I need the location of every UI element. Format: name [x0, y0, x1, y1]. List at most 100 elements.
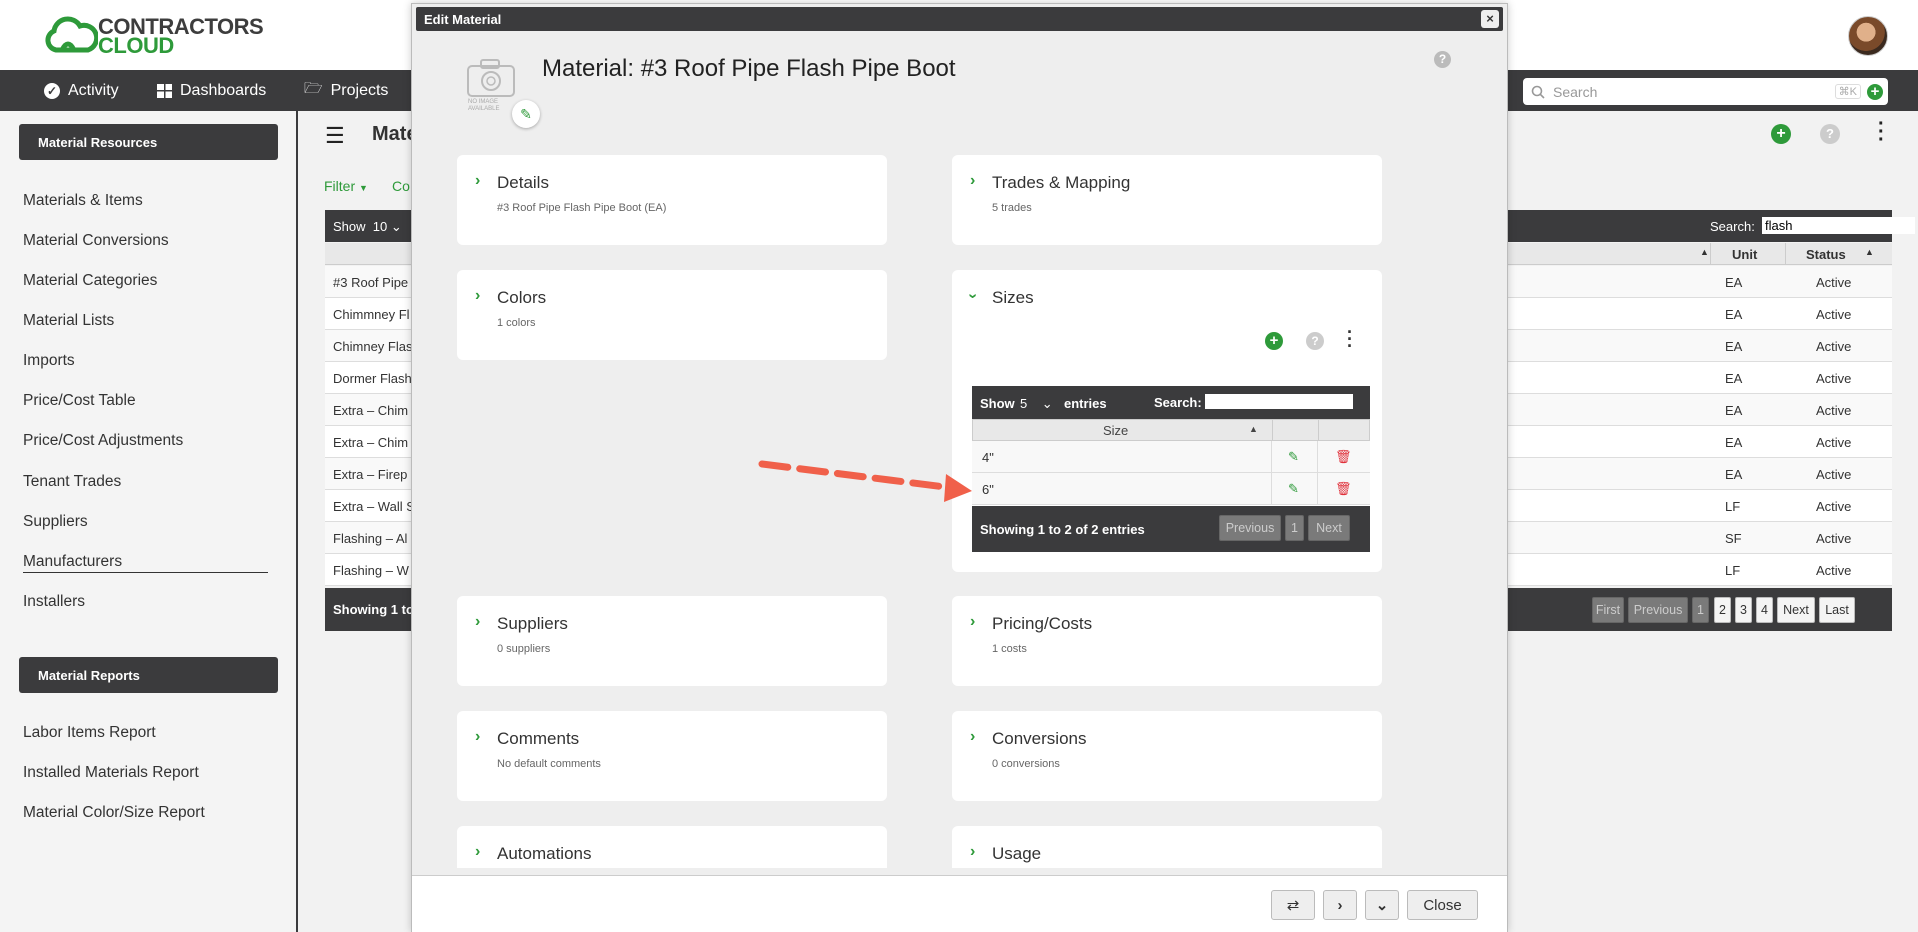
sort-asc-icon[interactable]: ▲ — [1700, 247, 1709, 257]
material-resources-heading: Material Resources — [19, 124, 278, 160]
sizes-title[interactable]: Sizes — [992, 288, 1034, 308]
page-length-select[interactable]: Show 10 ⌄ — [333, 219, 402, 235]
col-status[interactable]: Status — [1806, 247, 1846, 262]
sizes-pagination-page-1[interactable]: 1 — [1285, 515, 1304, 541]
conversions-subtitle: 0 conversions — [992, 758, 1060, 770]
trades-mapping-card[interactable]: › Trades & Mapping 5 trades — [952, 155, 1382, 245]
pagination-next[interactable]: Next — [1777, 597, 1815, 623]
next-record-button[interactable]: › — [1323, 890, 1357, 920]
sidebar-item-material-categories[interactable]: Material Categories — [23, 272, 157, 290]
pagination-last[interactable]: Last — [1819, 597, 1855, 623]
automations-card[interactable]: › Automations — [457, 826, 887, 868]
sizes-pagination-previous[interactable]: Previous — [1219, 515, 1281, 541]
sidebar-item-imports[interactable]: Imports — [23, 352, 75, 370]
chevron-down-icon[interactable]: › — [964, 293, 982, 298]
pagination-previous[interactable]: Previous — [1628, 597, 1688, 623]
table-info: Showing 1 to — [333, 602, 414, 617]
sidebar-item-suppliers[interactable]: Suppliers — [23, 513, 88, 531]
help-icon[interactable]: ? — [1434, 51, 1451, 68]
unit-cell: EA — [1725, 403, 1743, 418]
sidebar-item-installers[interactable]: Installers — [23, 593, 85, 611]
pagination-page-4[interactable]: 4 — [1756, 597, 1773, 623]
close-button[interactable]: Close — [1407, 890, 1478, 920]
global-search-box[interactable]: Search ⌘K + — [1523, 78, 1888, 105]
sidebar-item-materials-items[interactable]: Materials & Items — [23, 192, 143, 210]
more-options-icon[interactable]: · · · — [1878, 114, 1885, 150]
sizes-pagination-next[interactable]: Next — [1308, 515, 1350, 541]
sizes-page-length-select[interactable]: 5 ⌄ — [1020, 396, 1053, 412]
table-search-input[interactable]: flash — [1762, 217, 1915, 234]
material-name-cell: Extra – Wall S — [333, 499, 415, 514]
pagination-page-2[interactable]: 2 — [1714, 597, 1731, 623]
sizes-table: Show 5 ⌄ entries Search: Size ▲ 4" ✎ 🗑 6… — [972, 386, 1370, 552]
edit-image-button[interactable]: ✎ — [512, 100, 540, 128]
help-icon[interactable]: ? — [1306, 332, 1324, 350]
details-title: Details — [497, 173, 549, 192]
col-size[interactable]: Size — [1103, 423, 1128, 438]
pencil-icon[interactable]: ✎ — [1288, 449, 1299, 465]
add-size-icon[interactable]: + — [1265, 332, 1283, 350]
conversions-card[interactable]: › Conversions 0 conversions — [952, 711, 1382, 801]
sizes-search-input[interactable] — [1205, 394, 1353, 409]
status-cell: Active — [1816, 467, 1852, 482]
pricing-costs-card[interactable]: › Pricing/Costs 1 costs — [952, 596, 1382, 686]
trash-icon[interactable]: 🗑 — [1335, 481, 1352, 497]
more-options-icon[interactable]: · · · — [1347, 323, 1353, 355]
trash-icon[interactable]: 🗑 — [1335, 449, 1352, 465]
sidebar-item-installed-materials-report[interactable]: Installed Materials Report — [23, 764, 199, 782]
switch-button[interactable]: ⇄ — [1271, 890, 1315, 920]
quick-add-icon[interactable]: + — [1867, 83, 1883, 100]
automations-title: Automations — [497, 844, 592, 863]
material-name-cell: Chimney Flas — [333, 339, 413, 354]
sidebar-item-material-color-size-report[interactable]: Material Color/Size Report — [23, 804, 205, 822]
conversions-title: Conversions — [992, 729, 1087, 748]
sidebar-item-labor-items-report[interactable]: Labor Items Report — [23, 724, 156, 742]
sidebar-item-tenant-trades[interactable]: Tenant Trades — [23, 473, 121, 491]
pencil-icon[interactable]: ✎ — [1288, 481, 1299, 497]
pagination-page-3[interactable]: 3 — [1735, 597, 1752, 623]
hamburger-menu-icon[interactable]: ☰ — [325, 123, 345, 149]
nav-dashboards[interactable]: Dashboards — [157, 70, 266, 111]
search-shortcut: ⌘K — [1834, 84, 1861, 99]
sidebar-item-manufacturers[interactable]: Manufacturers — [23, 553, 122, 571]
contractors-cloud-logo[interactable]: CONTRACTORS CLOUD — [44, 16, 264, 57]
material-name-cell: Extra – Chim — [333, 403, 409, 418]
usage-card[interactable]: › Usage — [952, 826, 1382, 868]
sidebar-item-price-cost-adjustments[interactable]: Price/Cost Adjustments — [23, 432, 183, 450]
folder-icon: 🗁 — [304, 80, 323, 97]
suppliers-card[interactable]: › Suppliers 0 suppliers — [457, 596, 887, 686]
close-icon[interactable]: × — [1481, 10, 1499, 28]
comments-card[interactable]: › Comments No default comments — [457, 711, 887, 801]
global-search-input[interactable]: Search — [1553, 84, 1835, 100]
more-actions-button[interactable]: ⌄ — [1365, 890, 1399, 920]
columns-dropdown[interactable]: Co — [392, 178, 410, 194]
status-cell: Active — [1816, 371, 1852, 386]
pagination-page-1[interactable]: 1 — [1692, 597, 1709, 623]
status-cell: Active — [1816, 435, 1852, 450]
col-unit[interactable]: Unit — [1732, 247, 1757, 262]
status-cell: Active — [1816, 531, 1852, 546]
chevron-down-icon: ⌄ — [1041, 396, 1053, 411]
modal-footer: ⇄ › ⌄ Close — [412, 875, 1507, 932]
sizes-table-footer: Showing 1 to 2 of 2 entries Previous 1 N… — [972, 506, 1370, 552]
size-row: 6" ✎ 🗑 — [972, 473, 1370, 505]
help-icon[interactable]: ? — [1820, 124, 1840, 144]
add-material-icon[interactable]: + — [1771, 124, 1791, 144]
sort-asc-icon[interactable]: ▲ — [1249, 424, 1258, 434]
pricing-subtitle: 1 costs — [992, 643, 1027, 655]
sidebar-item-material-lists[interactable]: Material Lists — [23, 312, 114, 330]
unit-cell: EA — [1725, 275, 1743, 290]
search-icon — [1531, 85, 1545, 99]
sidebar-item-material-conversions[interactable]: Material Conversions — [23, 232, 169, 250]
user-avatar[interactable] — [1848, 16, 1888, 56]
pagination-first[interactable]: First — [1592, 597, 1624, 623]
sidebar-item-price-cost-table[interactable]: Price/Cost Table — [23, 392, 136, 410]
modal-titlebar: Edit Material × — [416, 7, 1503, 31]
sort-asc-icon[interactable]: ▲ — [1865, 247, 1874, 257]
suppliers-subtitle: 0 suppliers — [497, 643, 551, 655]
colors-card[interactable]: › Colors 1 colors — [457, 270, 887, 360]
nav-projects[interactable]: 🗁 Projects — [304, 70, 388, 111]
filter-dropdown[interactable]: Filter ▼ — [324, 178, 368, 194]
details-card[interactable]: › Details #3 Roof Pipe Flash Pipe Boot (… — [457, 155, 887, 245]
nav-activity[interactable]: ✓ Activity — [44, 70, 119, 111]
